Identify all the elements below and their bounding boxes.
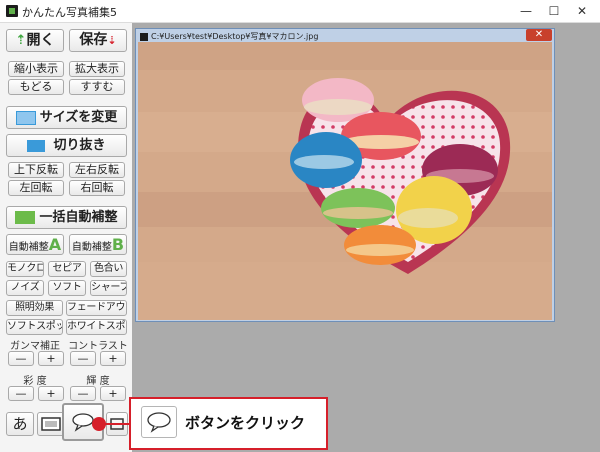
shrink-view-button[interactable]: 縮小表示 — [8, 61, 64, 77]
resize-icon — [15, 110, 36, 125]
app-icon — [6, 5, 18, 17]
flip-horizontal-button[interactable]: 左右反転 — [69, 162, 125, 178]
brightness-label: 輝 度 — [86, 376, 110, 387]
callout-pointer — [92, 417, 132, 431]
contrast-minus-button[interactable]: — — [70, 351, 96, 366]
auto-a-label: 自動補整 — [8, 242, 49, 253]
undo-button[interactable]: もどる — [8, 79, 64, 95]
saturation-label: 彩 度 — [23, 376, 47, 387]
callout-bubble-icon-box — [141, 406, 177, 438]
contrast-plus-button[interactable]: + — [100, 351, 126, 366]
gamma-plus-button[interactable]: + — [38, 351, 64, 366]
save-button[interactable]: 保存⇣ — [69, 29, 127, 52]
document-icon — [140, 32, 148, 41]
open-button[interactable]: ⇡開く — [6, 29, 64, 52]
save-label: 保存 — [79, 32, 108, 48]
sharp-button[interactable]: シャープ — [90, 280, 127, 296]
tint-button[interactable]: 色合い — [90, 261, 127, 277]
document-path: C:¥Users¥test¥Desktop¥写真¥マカロン.jpg — [151, 32, 319, 41]
auto-correct-all-button[interactable]: 一括自動補整 — [6, 206, 127, 229]
macaron-photo — [138, 42, 552, 320]
maximize-button[interactable]: ☐ — [540, 2, 568, 20]
mono-button[interactable]: モノクロ — [6, 261, 44, 277]
auto-correct-icon — [15, 211, 36, 224]
brightness-plus-button[interactable]: + — [100, 386, 126, 401]
arrow-up-icon: ⇡ — [15, 33, 27, 48]
contrast-label: コントラスト — [68, 341, 128, 352]
lighting-effect-button[interactable]: 照明効果 — [6, 300, 63, 316]
enlarge-view-button[interactable]: 拡大表示 — [69, 61, 125, 77]
crop-label: 切り抜き — [53, 138, 106, 153]
crop-icon — [27, 139, 46, 152]
sepia-button[interactable]: セピア — [48, 261, 86, 277]
photo-image — [138, 42, 552, 320]
arrow-down-icon: ⇣ — [107, 34, 117, 47]
auto-b-label: 自動補整 — [71, 242, 112, 253]
auto-correct-a-button[interactable]: 自動補整A — [6, 234, 64, 255]
speech-bubble-icon — [147, 412, 171, 433]
auto-correct-b-button[interactable]: 自動補整B — [69, 234, 127, 255]
soft-spot-button[interactable]: ソフトスポット — [6, 319, 63, 335]
white-spot-button[interactable]: ホワイトスポット — [66, 319, 127, 335]
minimize-button[interactable]: — — [512, 2, 540, 20]
frame-tool-button[interactable] — [37, 412, 65, 436]
flip-vertical-button[interactable]: 上下反転 — [8, 162, 64, 178]
saturation-plus-button[interactable]: + — [38, 386, 64, 401]
noise-button[interactable]: ノイズ — [6, 280, 44, 296]
rotate-right-button[interactable]: 右回転 — [69, 180, 125, 196]
fade-out-button[interactable]: フェードアウト — [66, 300, 127, 316]
callout-text: ボタンをクリック — [185, 414, 306, 432]
gamma-label: ガンマ補正 — [10, 341, 60, 352]
close-button[interactable]: ✕ — [568, 2, 596, 20]
brightness-minus-button[interactable]: — — [70, 386, 96, 401]
text-tool-button[interactable]: あ — [6, 412, 34, 436]
gamma-minus-button[interactable]: — — [8, 351, 34, 366]
soft-button[interactable]: ソフト — [48, 280, 86, 296]
crop-button[interactable]: 切り抜き — [6, 134, 127, 157]
resize-label: サイズを変更 — [39, 110, 118, 125]
window-title: かんたん写真補集5 — [22, 6, 117, 19]
auto-correct-all-label: 一括自動補整 — [39, 210, 118, 225]
open-label: 開く — [26, 32, 55, 49]
resize-button[interactable]: サイズを変更 — [6, 106, 127, 129]
auto-b-letter: B — [111, 235, 125, 254]
saturation-minus-button[interactable]: — — [8, 386, 34, 401]
title-bar: かんたん写真補集5 — ☐ ✕ — [0, 0, 600, 23]
auto-a-letter: A — [48, 235, 62, 254]
document-close-button[interactable]: ✕ — [526, 29, 552, 41]
frame-icon — [41, 417, 61, 431]
rotate-left-button[interactable]: 左回転 — [8, 180, 64, 196]
redo-button[interactable]: すすむ — [69, 79, 125, 95]
